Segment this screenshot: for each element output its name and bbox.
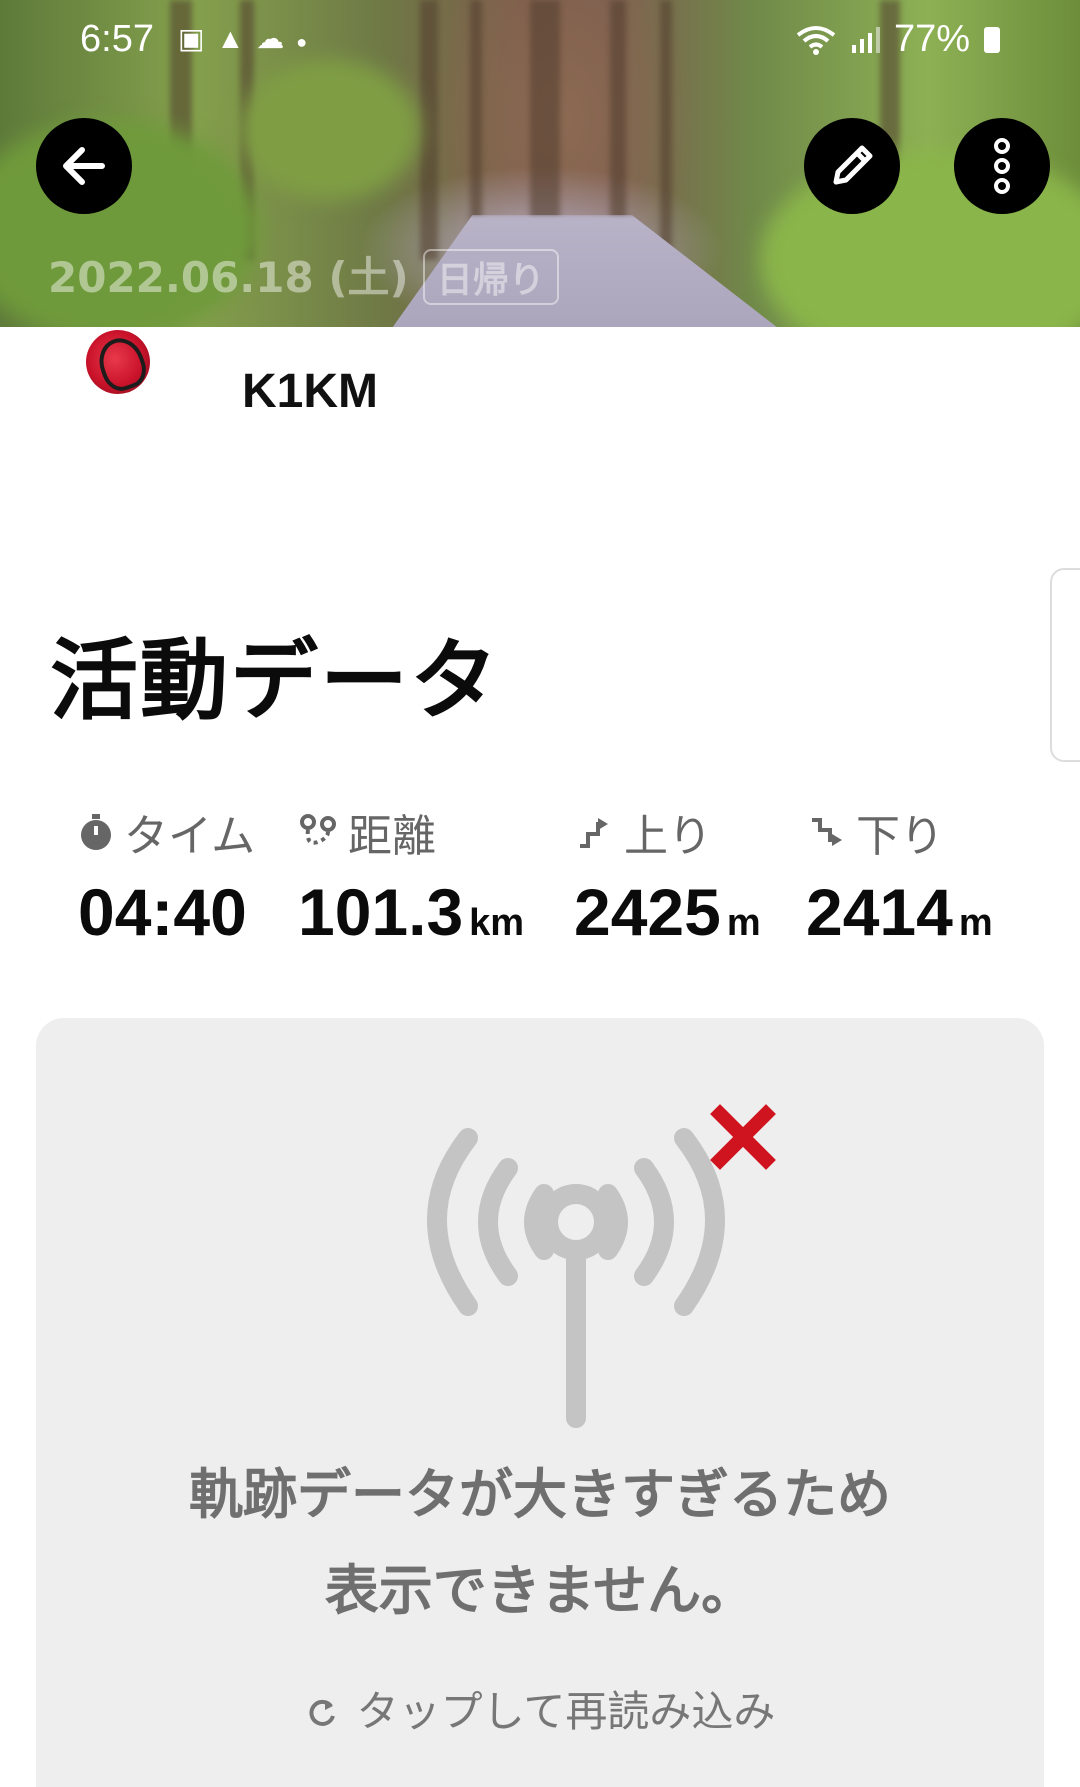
username[interactable]: K1KM bbox=[242, 364, 378, 419]
stat-descent: 下り 2414 m bbox=[806, 800, 993, 950]
stat-label-row: 距離 bbox=[298, 800, 524, 864]
battery-icon bbox=[984, 26, 1000, 53]
back-button[interactable] bbox=[36, 118, 132, 214]
activity-date-text: 2022.06.18 (土) bbox=[48, 253, 409, 302]
notification-icons: ▣▲☁● bbox=[178, 22, 319, 55]
more-options-button[interactable] bbox=[954, 118, 1050, 214]
stat-label: タイム bbox=[124, 811, 256, 862]
user-avatar[interactable] bbox=[86, 330, 150, 394]
error-message-line2: 表示できません。 bbox=[324, 1559, 756, 1622]
stat-label-row: タイム bbox=[78, 800, 255, 864]
stat-ascent: 上り 2425 m bbox=[574, 800, 761, 950]
stat-value: 04:40 bbox=[78, 874, 255, 950]
route-icon bbox=[300, 814, 336, 845]
ascent-icon bbox=[580, 818, 608, 848]
au-pay-icon: ▣ bbox=[178, 23, 217, 54]
wifi-icon bbox=[796, 25, 836, 55]
stopwatch-icon bbox=[81, 814, 111, 850]
edit-button[interactable] bbox=[804, 118, 900, 214]
reload-button[interactable]: タップして再読み込み bbox=[36, 1678, 1044, 1739]
activity-detail-screen: 2022.06.18 (土) 日帰り 6:57 ▣▲☁● 77% K1KM 活動… bbox=[0, 0, 1080, 1787]
status-bar: 6:57 ▣▲☁● 77% bbox=[0, 0, 1080, 86]
stat-number: 101.3 bbox=[298, 875, 464, 949]
stat-label: 距離 bbox=[348, 811, 436, 862]
stat-label-row: 上り bbox=[574, 800, 761, 864]
stat-number: 2425 bbox=[574, 875, 721, 949]
stat-unit: km bbox=[469, 902, 525, 944]
stat-distance: 距離 101.3 km bbox=[298, 800, 524, 950]
refresh-icon bbox=[309, 1699, 335, 1726]
trip-type-badge: 日帰り bbox=[422, 249, 559, 305]
side-drawer-handle[interactable] bbox=[1050, 568, 1080, 762]
system-icons: 77% bbox=[796, 18, 1000, 61]
stat-value: 2414 m bbox=[806, 874, 993, 950]
error-message-line1: 軌跡データが大きすぎるため bbox=[189, 1463, 891, 1526]
stat-label: 下り bbox=[856, 811, 944, 862]
signal-icon bbox=[851, 26, 880, 53]
error-x-icon bbox=[710, 1104, 776, 1170]
route-map-card[interactable]: 軌跡データが大きすぎるため 表示できません。 タップして再読み込み bbox=[36, 1018, 1044, 1787]
pencil-icon bbox=[833, 145, 873, 185]
mountain-icon: ▲ bbox=[216, 23, 257, 54]
section-title: 活動データ bbox=[50, 629, 501, 732]
no-signal-icon bbox=[427, 1104, 776, 1428]
stat-time: タイム 04:40 bbox=[78, 800, 255, 950]
stat-unit: m bbox=[726, 902, 761, 944]
stat-unit: m bbox=[958, 902, 993, 944]
stat-number: 04:40 bbox=[78, 875, 247, 949]
status-time: 6:57 bbox=[80, 18, 154, 60]
battery-percent: 77% bbox=[893, 18, 970, 60]
descent-icon bbox=[812, 818, 842, 846]
more-vertical-icon bbox=[994, 138, 1010, 194]
stat-value: 101.3 km bbox=[298, 874, 524, 950]
arrow-left-icon bbox=[63, 147, 105, 185]
stat-label: 上り bbox=[624, 811, 712, 862]
dot-icon: ● bbox=[296, 32, 320, 52]
activity-date: 2022.06.18 (土) 日帰り bbox=[48, 244, 559, 305]
stat-value: 2425 m bbox=[574, 874, 761, 950]
cloud-icon: ☁ bbox=[256, 23, 297, 54]
reload-label: タップして再読み込み bbox=[356, 1687, 776, 1736]
stat-label-row: 下り bbox=[806, 800, 993, 864]
stat-number: 2414 bbox=[806, 875, 953, 949]
